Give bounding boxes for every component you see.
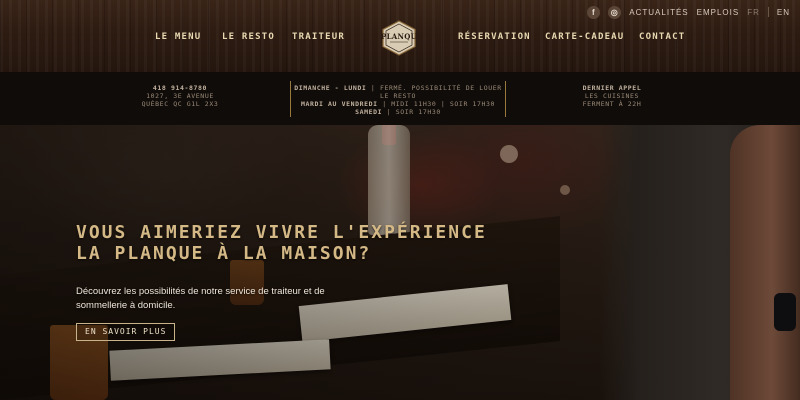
hero-description-line-2: sommellerie à domicile. [76,300,176,311]
nav-item-menu[interactable]: LE MENU [155,32,201,42]
hours-line: MARDI AU VENDREDI | MIDI 11H30 | SOIR 17… [300,100,496,108]
address-line-2: QUÉBEC QC G1L 2X3 [141,100,219,108]
last-call-line-2: FERMENT À 22H [582,100,642,108]
site-header: f ◎ ACTUALITÉS EMPLOIS FR EN LE MENU LE … [0,0,800,73]
top-utility-bar: f ◎ ACTUALITÉS EMPLOIS FR EN [587,5,790,19]
nav-item-carte-cadeau[interactable]: CARTE-CADEAU [545,32,624,42]
hero-banner: VOUS AIMERIEZ VIVRE L'EXPÉRIENCE LA PLAN… [0,125,800,400]
hours-line: SAMEDI | SOIR 17H30 [355,108,441,116]
hero-title: VOUS AIMERIEZ VIVRE L'EXPÉRIENCE LA PLAN… [76,222,496,264]
nav-item-resto[interactable]: LE RESTO [222,32,275,42]
nav-item-traiteur[interactable]: TRAITEUR [292,32,345,42]
address-line-1: 1027, 3E AVENUE [146,92,214,100]
learn-more-button[interactable]: EN SAVOIR PLUS [76,323,176,341]
nav-item-reservation[interactable]: RÉSERVATION [458,32,531,42]
logo-text: PLANQUE [381,32,423,41]
last-call-line-1: LES CUISINES [584,92,640,100]
hero-description-line-1: Découvrez les possibilités de notre serv… [76,286,325,297]
lang-fr[interactable]: FR [747,8,760,17]
link-actualites[interactable]: ACTUALITÉS [629,8,688,17]
phone-number[interactable]: 418 914-8780 [140,84,220,92]
hero-title-line-1: VOUS AIMERIEZ VIVRE L'EXPÉRIENCE [76,222,487,243]
lang-en[interactable]: EN [777,8,790,17]
hero-description: Découvrez les possibilités de notre serv… [76,285,336,313]
facebook-icon[interactable]: f [587,5,601,19]
link-emplois[interactable]: EMPLOIS [697,8,740,17]
info-divider [290,81,291,117]
last-call-info: DERNIER APPEL LES CUISINES FERMENT À 22H [560,84,664,108]
page: f ◎ ACTUALITÉS EMPLOIS FR EN LE MENU LE … [0,0,800,400]
opening-hours: DIMANCHE - LUNDI | FERMÉ. POSSIBILITÉ DE… [292,84,504,116]
last-call-title: DERNIER APPEL [582,84,642,92]
hero-title-line-2: LA PLANQUE À LA MAISON? [76,243,372,264]
hours-line: DIMANCHE - LUNDI | FERMÉ. POSSIBILITÉ DE… [294,84,502,100]
contact-info: 418 914-8780 1027, 3E AVENUE QUÉBEC QC G… [140,84,220,108]
site-logo[interactable]: PLANQUE [381,20,423,56]
lang-separator [767,7,769,17]
info-divider [505,81,506,117]
info-strip: 418 914-8780 1027, 3E AVENUE QUÉBEC QC G… [0,73,800,126]
instagram-icon[interactable]: ◎ [608,5,622,19]
nav-item-contact[interactable]: CONTACT [639,32,685,42]
